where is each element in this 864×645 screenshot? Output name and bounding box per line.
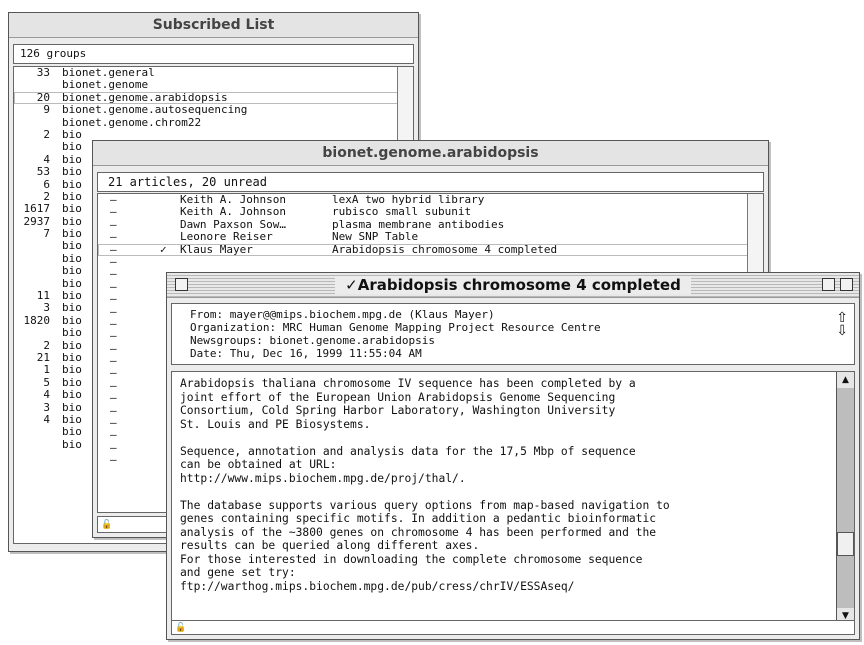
unread-count: 9 — [43, 103, 50, 117]
article-row[interactable]: – — [98, 255, 763, 268]
collapse-box-icon[interactable] — [840, 278, 853, 291]
unread-count: 4 — [43, 388, 50, 402]
body-line: genes containing specific motifs. In add… — [180, 512, 657, 525]
body-line: For those interested in downloading the … — [180, 552, 643, 566]
unread-count: 1 — [43, 363, 50, 377]
read-marker: – — [110, 205, 117, 219]
read-marker: – — [110, 230, 117, 244]
group-name: bio — [62, 363, 82, 377]
unread-count: 4 — [43, 412, 50, 426]
unread-count: 1820 — [23, 313, 51, 327]
unread-count: 3 — [43, 301, 50, 315]
body-line: Arabidopsis thaliana chromosome IV seque… — [180, 377, 636, 390]
author: Keith A. Johnson — [180, 205, 286, 219]
unread-count: 7 — [43, 227, 50, 241]
group-name: bio — [62, 165, 82, 179]
group-count: 126 groups — [13, 44, 414, 64]
group-name: bio — [62, 140, 82, 154]
unread-count: 2 — [43, 127, 50, 141]
lock-icon[interactable]: 🔓 — [98, 520, 112, 530]
article-row[interactable]: – Keith A. Johnson rubisco small subunit — [98, 205, 763, 219]
group-name: bionet.genome.chrom22 — [62, 115, 202, 129]
group-name: bio — [62, 202, 82, 216]
article-row[interactable]: – ✓ Klaus Mayer Arabidopsis chromosome 4 co… — [98, 242, 763, 256]
author: Klaus Mayer — [180, 242, 253, 256]
message-titlebar[interactable]: ✓Arabidopsis chromosome 4 completed — [167, 273, 859, 298]
group-name: bio — [62, 326, 82, 340]
body-line: and gene set try: — [180, 566, 296, 579]
window-title: ✓Arabidopsis chromosome 4 completed — [335, 276, 691, 294]
list-item[interactable]: 9 bionet.genome.autosequencing — [14, 103, 413, 117]
unread-count: 53 — [36, 165, 50, 179]
message-body: Arabidopsis thaliana chromosome IV seque… — [171, 371, 855, 625]
subject: Arabidopsis chromosome 4 completed — [332, 242, 558, 256]
window-title: Subscribed List — [152, 17, 275, 33]
body-line: The database supports various query opti… — [180, 498, 670, 512]
scroll-thumb[interactable] — [837, 532, 854, 556]
check-icon: ✓ — [160, 242, 167, 256]
zoom-box-icon[interactable] — [822, 278, 835, 291]
unread-count: 1617 — [23, 202, 51, 216]
group-name: bionet.genome.autosequencing — [62, 103, 248, 117]
group-name: bio — [62, 239, 82, 253]
scroll-up-arrow-icon[interactable]: ▲ — [837, 372, 854, 388]
subject: rubisco small subunit — [332, 205, 472, 219]
body-line: results can be queried along different a… — [180, 539, 480, 552]
organization-line: Organization: MRC Human Genome Mapping P… — [190, 321, 601, 334]
unread-count: 33 — [36, 66, 50, 79]
read-marker: – — [110, 267, 117, 281]
body-line: can be obtained at URL: — [180, 458, 337, 471]
message-header: From: mayer@@mips.biochem.mpg.de (Klaus … — [171, 303, 855, 365]
article-count: 21 articles, 20 unread — [97, 172, 764, 192]
body-line — [180, 485, 834, 499]
message-window: ✓Arabidopsis chromosome 4 completed From… — [166, 272, 860, 640]
body-line: Consortium, Cold Spring Harbor Laborator… — [180, 404, 616, 417]
body-line: analysis of the ~3800 genes on chromosom… — [180, 525, 657, 539]
close-box-icon[interactable] — [175, 278, 188, 291]
lock-icon[interactable]: 🔓 — [172, 623, 186, 633]
body-line — [180, 431, 834, 445]
subject: New SNP Table — [332, 230, 419, 244]
read-marker: – — [110, 391, 117, 405]
newsgroup-titlebar[interactable]: bionet.genome.arabidopsis — [93, 141, 768, 166]
window-title: bionet.genome.arabidopsis — [322, 145, 539, 161]
up-down-arrows-icon[interactable]: ⇧ ⇩ — [836, 311, 848, 338]
status-bar: 🔓 — [171, 620, 855, 635]
group-name: bio — [62, 301, 82, 315]
subscribed-list-titlebar[interactable]: Subscribed List — [9, 13, 418, 38]
body-line: Sequence, annotation and analysis data f… — [180, 444, 636, 458]
author: Leonore Reiser — [180, 230, 273, 244]
read-marker: – — [110, 428, 117, 442]
read-marker: – — [110, 329, 117, 343]
group-name: bio — [62, 437, 82, 451]
newsgroups-line: Newsgroups: bionet.genome.arabidopsis — [190, 334, 436, 347]
body-line: http://www.mips.biochem.mpg.de/proj/thal… — [180, 471, 466, 485]
article-row[interactable]: – Leonore Reiser New SNP Table — [98, 230, 763, 244]
group-name: bio — [62, 264, 82, 278]
list-item[interactable]: bionet.genome — [14, 78, 413, 92]
read-marker: – — [110, 292, 117, 306]
date-line: Date: Thu, Dec 16, 1999 11:55:04 AM — [190, 347, 422, 360]
body-line: St. Louis and PE Biosystems. — [180, 417, 371, 431]
group-name: bionet.genome — [62, 78, 149, 92]
group-name: bio — [62, 388, 82, 402]
from-line: From: mayer@@mips.biochem.mpg.de (Klaus … — [190, 308, 495, 321]
read-marker: – — [110, 453, 117, 467]
vertical-scrollbar[interactable]: ▲ ▼ — [836, 372, 854, 624]
group-name: bio — [62, 425, 82, 439]
body-line: joint effort of the European Union Arabi… — [180, 390, 616, 404]
read-marker: – — [110, 366, 117, 380]
body-line: ftp://warthog.mips.biochem.mpg.de/pub/cr… — [180, 579, 575, 593]
